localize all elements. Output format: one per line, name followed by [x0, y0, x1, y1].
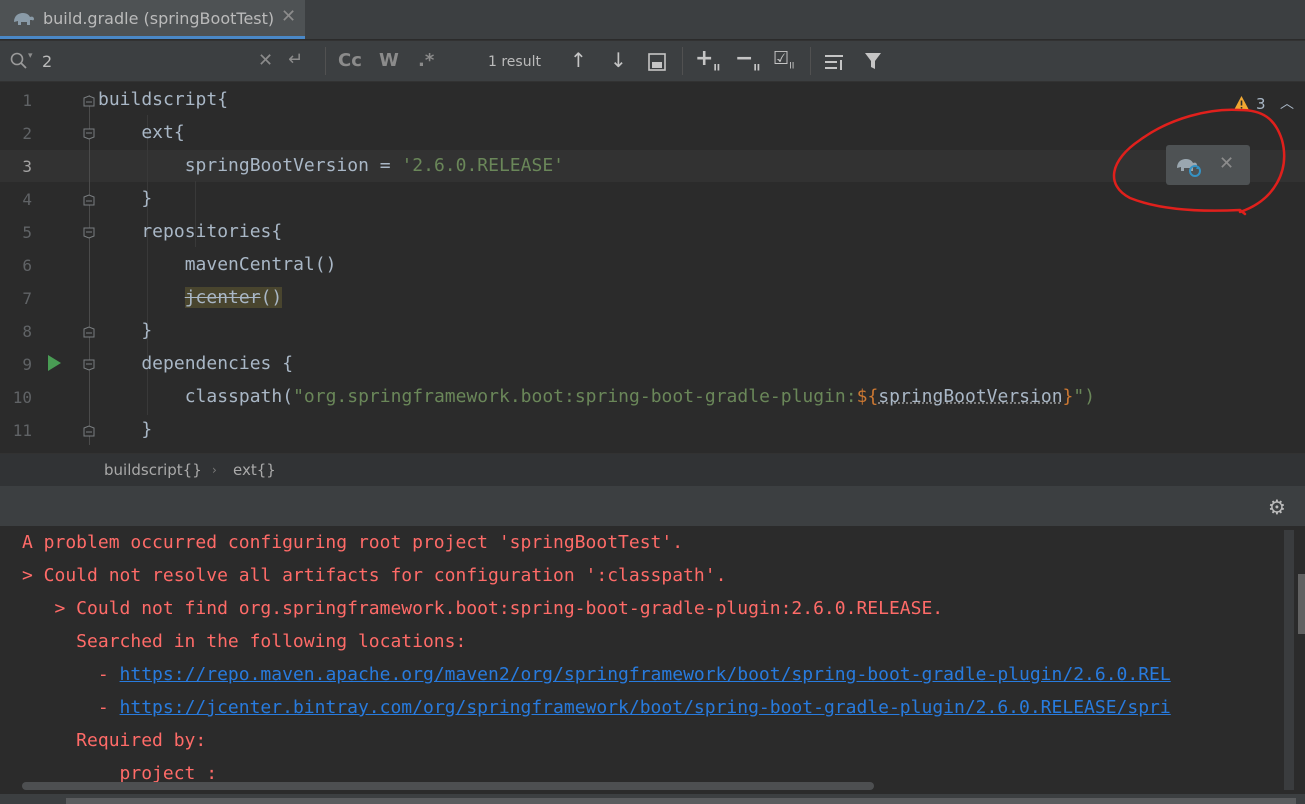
load-gradle-changes-popup: ✕ [1166, 145, 1250, 185]
fold-marker-icon[interactable] [83, 359, 95, 371]
fold-marker-icon[interactable] [83, 194, 95, 206]
breadcrumb-item[interactable]: buildscript{} [104, 461, 202, 479]
line-number: 3 [22, 157, 32, 176]
code-line-6: mavenCentral() [98, 254, 337, 275]
toolbar-separator [810, 47, 811, 75]
line-number: 6 [22, 256, 32, 275]
code-line-1: buildscript{ [98, 89, 229, 110]
tab-build-gradle[interactable]: build.gradle (springBootTest) ✕ [0, 0, 305, 36]
console-line: A problem occurred configuring root proj… [22, 532, 684, 553]
previous-occurrence-icon[interactable]: ↑ [570, 48, 587, 72]
console-line: - https://jcenter.bintray.com/org/spring… [22, 697, 1171, 718]
active-tab-indicator [0, 36, 305, 39]
console-line: > Could not find org.springframework.boo… [22, 598, 944, 619]
line-number: 9 [22, 355, 32, 374]
fold-marker-icon[interactable] [83, 326, 95, 338]
line-number: 7 [22, 289, 32, 308]
filter-search-results-icon[interactable] [825, 53, 845, 71]
code-line-7: jcenter() [184, 287, 283, 308]
next-occurrence-icon[interactable]: ↓ [610, 48, 627, 72]
line-number: 8 [22, 322, 32, 341]
code-line-4: } [98, 188, 153, 209]
clear-search-icon[interactable]: ✕ [258, 50, 273, 71]
line-number: 11 [12, 421, 32, 440]
whole-words-toggle[interactable]: W [379, 50, 399, 71]
build-output-header: ⚙ [0, 486, 1305, 526]
console-line: project : [22, 763, 218, 784]
new-line-icon[interactable]: ↵ [288, 49, 303, 70]
code-line-9: dependencies { [98, 353, 294, 374]
select-all-occurrences-icon[interactable] [648, 53, 666, 71]
filter-icon[interactable] [864, 52, 882, 71]
horizontal-scrollbar[interactable] [22, 782, 874, 790]
code-line-11: } [98, 419, 153, 440]
vertical-scrollbar[interactable] [1284, 530, 1294, 790]
line-number: 4 [22, 190, 32, 209]
scrollbar-thumb[interactable] [1298, 574, 1305, 634]
breadcrumb-item[interactable]: ext{} [233, 461, 276, 479]
fold-marker-icon[interactable] [83, 227, 95, 239]
regex-toggle[interactable]: .* [418, 50, 434, 71]
toolbar-separator [325, 47, 326, 75]
repo-maven-link[interactable]: https://repo.maven.apache.org/maven2/org… [120, 664, 1171, 685]
tab-close-icon[interactable]: ✕ [281, 6, 296, 27]
build-output-console[interactable]: A problem occurred configuring root proj… [0, 526, 1305, 804]
match-case-toggle[interactable]: Cc [338, 50, 362, 71]
search-history-dropdown-icon[interactable]: ▾ [28, 51, 33, 61]
warning-icon[interactable] [1233, 95, 1250, 111]
search-input[interactable] [42, 47, 242, 75]
gear-icon[interactable]: ⚙ [1268, 495, 1286, 519]
code-line-2: ext{ [98, 122, 185, 143]
breadcrumb-separator-icon: › [212, 463, 217, 477]
popup-close-icon[interactable]: ✕ [1219, 153, 1234, 174]
line-number: 5 [22, 223, 32, 242]
code-line-10: classpath("org.springframework.boot:spri… [98, 386, 1096, 407]
jcenter-bintray-link[interactable]: https://jcenter.bintray.com/org/springfr… [120, 697, 1171, 718]
line-number: 1 [22, 91, 32, 110]
code-editor[interactable]: 1 2 3 4 5 6 7 8 9 10 11 buildscript{ ext… [0, 83, 1305, 453]
toolbar-separator [682, 47, 683, 75]
console-line: Required by: [22, 730, 207, 751]
editor-tab-bar: build.gradle (springBootTest) ✕ [0, 0, 1305, 39]
console-line: > Could not resolve all artifacts for co… [22, 565, 727, 586]
breadcrumb: buildscript{} › ext{} [0, 453, 1305, 486]
warning-count[interactable]: 3 [1256, 95, 1266, 113]
run-gutter-icon[interactable] [48, 355, 61, 371]
add-occurrence-icon[interactable]: +II [695, 46, 720, 73]
tab-title: build.gradle (springBootTest) [43, 9, 275, 28]
line-number: 2 [22, 124, 32, 143]
line-number: 10 [12, 388, 32, 407]
deprecated-jcenter: jcenter [184, 287, 261, 308]
bottom-scrollbar-thumb[interactable] [66, 798, 1296, 804]
fold-marker-icon[interactable] [83, 95, 95, 107]
code-line-5: repositories{ [98, 221, 283, 242]
console-line: Searched in the following locations: [22, 631, 467, 652]
find-bar: ▾ ✕ ↵ Cc W .* 1 result ↑ ↓ +II −II ☑II [0, 40, 1305, 82]
select-all-check-icon[interactable]: ☑II [773, 48, 794, 72]
code-line-3: springBootVersion = '2.6.0.RELEASE' [98, 155, 564, 176]
console-line: - https://repo.maven.apache.org/maven2/o… [22, 664, 1171, 685]
remove-occurrence-icon[interactable]: −II [735, 46, 760, 73]
fold-marker-icon[interactable] [83, 128, 95, 140]
chevron-up-icon[interactable]: ︿ [1280, 93, 1294, 113]
gradle-reload-icon[interactable] [1175, 152, 1203, 178]
fold-marker-icon[interactable] [83, 425, 95, 437]
version-string: '2.6.0.RELEASE' [401, 155, 564, 176]
gradle-elephant-icon [14, 13, 34, 25]
code-line-8: } [98, 320, 153, 341]
fold-gutter-line [89, 95, 90, 445]
search-result-count: 1 result [488, 54, 541, 70]
search-icon[interactable] [10, 52, 28, 70]
